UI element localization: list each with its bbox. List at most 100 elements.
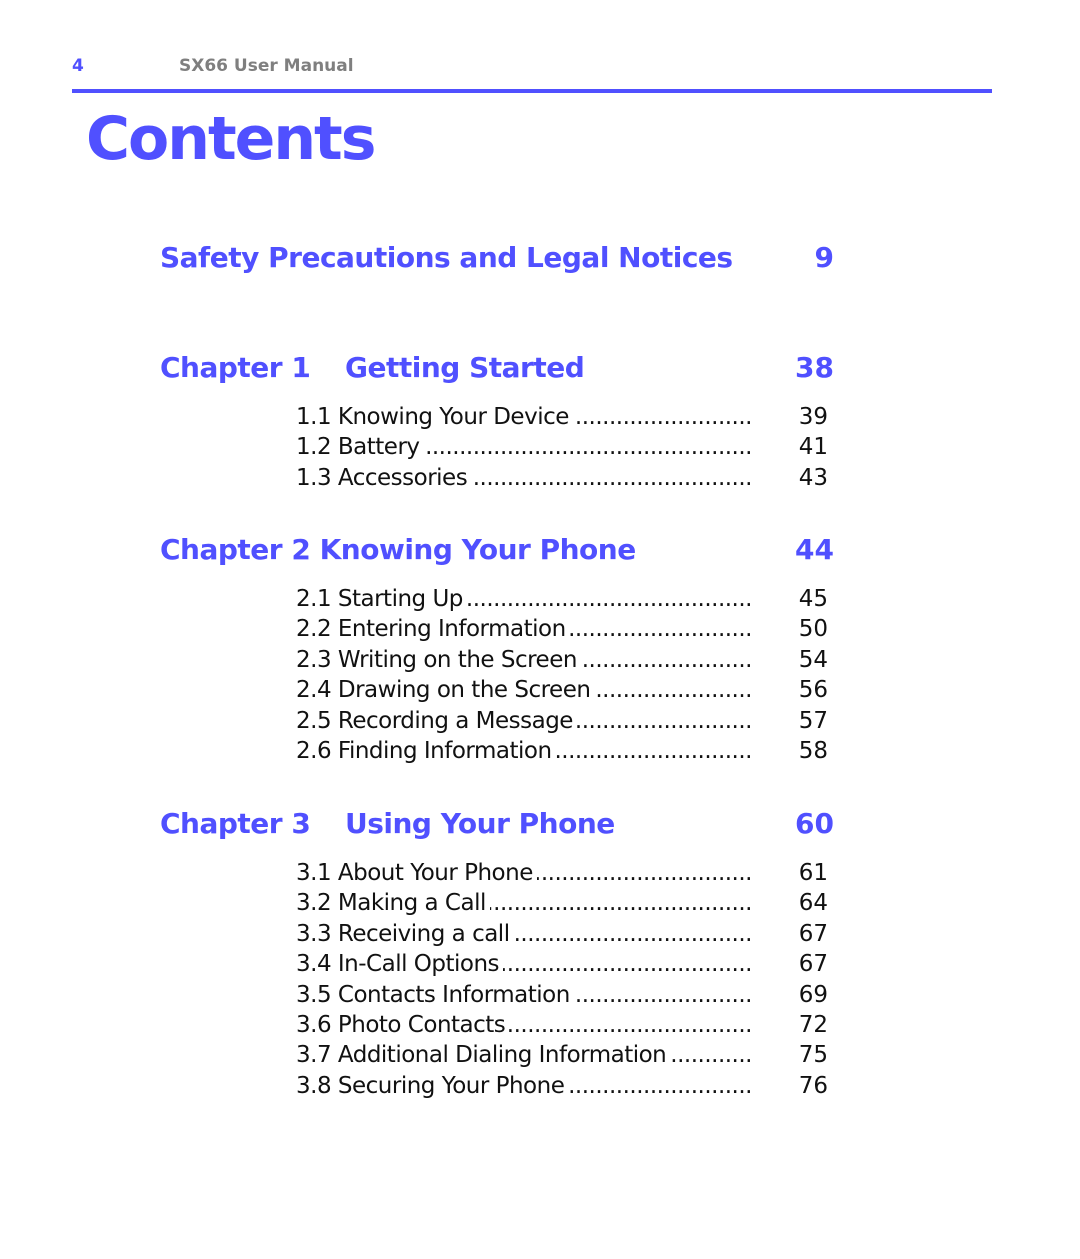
toc-item-page: 76	[798, 1072, 828, 1099]
toc-item-page: 41	[798, 434, 828, 461]
chapter-page: 44	[795, 533, 834, 566]
header-page-number: 4	[72, 56, 84, 76]
toc-item-page: 61	[798, 860, 828, 886]
chapter-prefix: Chapter 1	[160, 351, 311, 384]
toc-item-label: 3.2 Making a Call	[296, 890, 490, 917]
toc-item-page: 54	[798, 646, 828, 673]
toc-item-title: Battery	[337, 434, 420, 461]
toc-item-number: 3.8	[296, 1072, 332, 1099]
toc-item-title: Receiving a call	[337, 920, 510, 947]
toc-item[interactable]: ........................................…	[296, 677, 752, 707]
chapter-heading[interactable]: Chapter 1 Getting Started	[160, 351, 585, 384]
toc-item-number: 3.2	[296, 890, 332, 917]
toc-item-number: 2.5	[296, 707, 332, 734]
toc-item-title: Writing on the Screen	[337, 646, 578, 673]
toc-item-title: About Your Phone	[337, 860, 533, 886]
toc-item-page: 39	[798, 404, 828, 430]
toc-item-number: 3.3	[296, 920, 332, 947]
toc-item-label: 3.4 In-Call Options	[296, 951, 504, 978]
chapter-prefix: Chapter 3	[160, 807, 311, 840]
toc-item-title: Starting Up	[337, 586, 464, 612]
toc-item-page: 57	[798, 707, 828, 734]
toc-item-number: 1.1	[296, 404, 332, 430]
toc-item-label: 2.2 Entering Information	[296, 616, 570, 643]
toc-item-number: 2.4	[296, 677, 332, 704]
toc-item-title: Securing Your Phone	[337, 1072, 565, 1099]
toc-item-title: In-Call Options	[337, 951, 500, 978]
chapter-heading[interactable]: Chapter 2 Knowing Your Phone	[160, 533, 636, 566]
toc-item-label: 1.3 Accessories	[296, 464, 472, 491]
toc-item[interactable]: ........................................…	[296, 1042, 752, 1072]
header-divider	[72, 89, 992, 93]
toc-item-page: 67	[798, 951, 828, 978]
toc-item-number: 2.2	[296, 616, 332, 643]
toc-item[interactable]: ........................................…	[296, 890, 752, 920]
toc-item[interactable]: ........................................…	[296, 707, 752, 738]
toc-item[interactable]: ........................................…	[296, 646, 752, 677]
toc-item-label: 3.5 Contacts Information	[296, 981, 574, 1008]
toc-item-page: 72	[798, 1012, 828, 1038]
toc-item[interactable]: ........................................…	[296, 951, 752, 981]
toc-item-page: 69	[798, 981, 828, 1008]
chapter-name: Using Your Phone	[345, 807, 615, 840]
toc-item-number: 1.3	[296, 464, 332, 491]
toc-item[interactable]: ........................................…	[296, 1012, 752, 1042]
toc-item-page: 75	[798, 1042, 828, 1069]
toc-item-page: 43	[798, 464, 828, 491]
toc-item-number: 3.7	[296, 1042, 332, 1069]
toc-item-number: 2.3	[296, 646, 332, 673]
header-manual-title: SX66 User Manual	[179, 56, 354, 76]
toc-item[interactable]: ........................................…	[296, 981, 752, 1012]
toc-item-title: Contacts Information	[337, 981, 570, 1008]
toc-item-page: 67	[798, 920, 828, 947]
toc-item-label: 2.4 Drawing on the Screen	[296, 677, 595, 704]
toc-item-page: 50	[798, 616, 828, 643]
toc-item[interactable]: ........................................…	[296, 616, 752, 646]
toc-item-label: 3.7 Additional Dialing Information	[296, 1042, 671, 1069]
toc-item-label: 3.6 Photo Contacts	[296, 1012, 510, 1038]
chapter-page: 60	[795, 807, 834, 840]
toc-item-title: Entering Information	[337, 616, 566, 643]
toc-item-number: 2.1	[296, 586, 332, 612]
toc-item-number: 3.1	[296, 860, 332, 886]
toc-item[interactable]: ........................................…	[296, 1072, 752, 1103]
toc-item-number: 2.6	[296, 738, 332, 764]
toc-item[interactable]: ........................................…	[296, 738, 752, 768]
toc-item-label: 2.1 Starting Up	[296, 586, 467, 612]
chapter-name: Knowing Your Phone	[319, 533, 637, 566]
toc-item-label: 3.3 Receiving a call	[296, 920, 514, 947]
toc-item-number: 3.4	[296, 951, 332, 978]
toc-item-label: 3.1 About Your Phone	[296, 860, 537, 886]
toc-item-title: Drawing on the Screen	[337, 677, 591, 704]
toc-item[interactable]: ........................................…	[296, 920, 752, 951]
toc-item[interactable]: ........................................…	[296, 860, 752, 890]
toc-item-page: 45	[798, 586, 828, 612]
toc-item-number: 3.6	[296, 1012, 332, 1038]
toc-item[interactable]: ........................................…	[296, 464, 752, 495]
toc-item[interactable]: ........................................…	[296, 404, 752, 434]
toc-item-label: 1.1 Knowing Your Device	[296, 404, 573, 430]
toc-item[interactable]: ........................................…	[296, 586, 752, 616]
toc-item-title: Photo Contacts	[337, 1012, 506, 1038]
chapter-name: Getting Started	[345, 351, 585, 384]
toc-item-number: 1.2	[296, 434, 332, 461]
chapter-heading[interactable]: Chapter 3 Using Your Phone	[160, 807, 615, 840]
toc-section-label[interactable]: Safety Precautions and Legal Notices	[160, 241, 733, 274]
toc-item-title: Accessories	[337, 464, 468, 491]
toc-item-page: 64	[798, 890, 828, 917]
toc-item-page: 56	[798, 677, 828, 704]
toc-item-number: 3.5	[296, 981, 332, 1008]
toc-item-label: 2.3 Writing on the Screen	[296, 646, 581, 673]
toc-item-title: Making a Call	[337, 890, 486, 917]
toc-item-label: 3.8 Securing Your Phone	[296, 1072, 569, 1099]
toc-item-title: Knowing Your Device	[337, 404, 570, 430]
chapter-page: 38	[795, 351, 834, 384]
page-title: Contents	[86, 104, 376, 174]
chapter-prefix: Chapter 2	[160, 533, 311, 566]
toc-item-title: Finding Information	[337, 738, 552, 764]
toc-item-page: 58	[798, 738, 828, 764]
toc-item[interactable]: ........................................…	[296, 434, 752, 464]
toc-item-label: 2.5 Recording a Message	[296, 707, 577, 734]
toc-item-title: Recording a Message	[337, 707, 574, 734]
toc-item-title: Additional Dialing Information	[337, 1042, 667, 1069]
